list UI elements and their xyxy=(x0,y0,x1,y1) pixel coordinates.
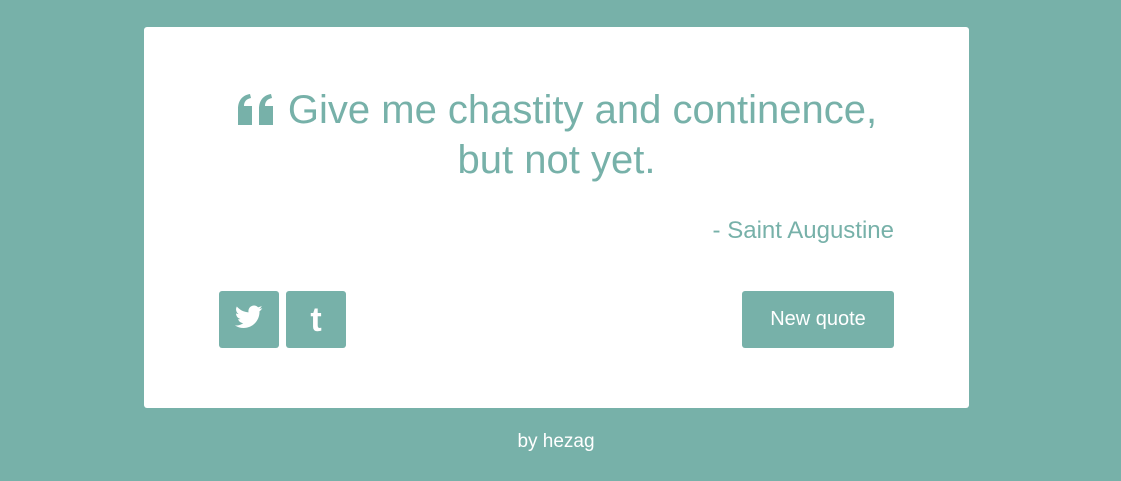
quote-block: Give me chastity and continence, but not… xyxy=(219,85,894,185)
tumblr-button[interactable]: t xyxy=(286,291,346,348)
new-quote-button[interactable]: New quote xyxy=(742,291,894,348)
tweet-button[interactable] xyxy=(219,291,279,348)
quote-text: Give me chastity and continence, but not… xyxy=(287,88,878,182)
tumblr-icon: t xyxy=(310,300,322,339)
footer-credit: by hezag xyxy=(517,431,595,452)
quote-author: - Saint Augustine xyxy=(712,217,894,244)
quote-left-icon xyxy=(236,93,276,127)
twitter-icon xyxy=(234,305,263,334)
quote-card: Give me chastity and continence, but not… xyxy=(144,27,969,408)
